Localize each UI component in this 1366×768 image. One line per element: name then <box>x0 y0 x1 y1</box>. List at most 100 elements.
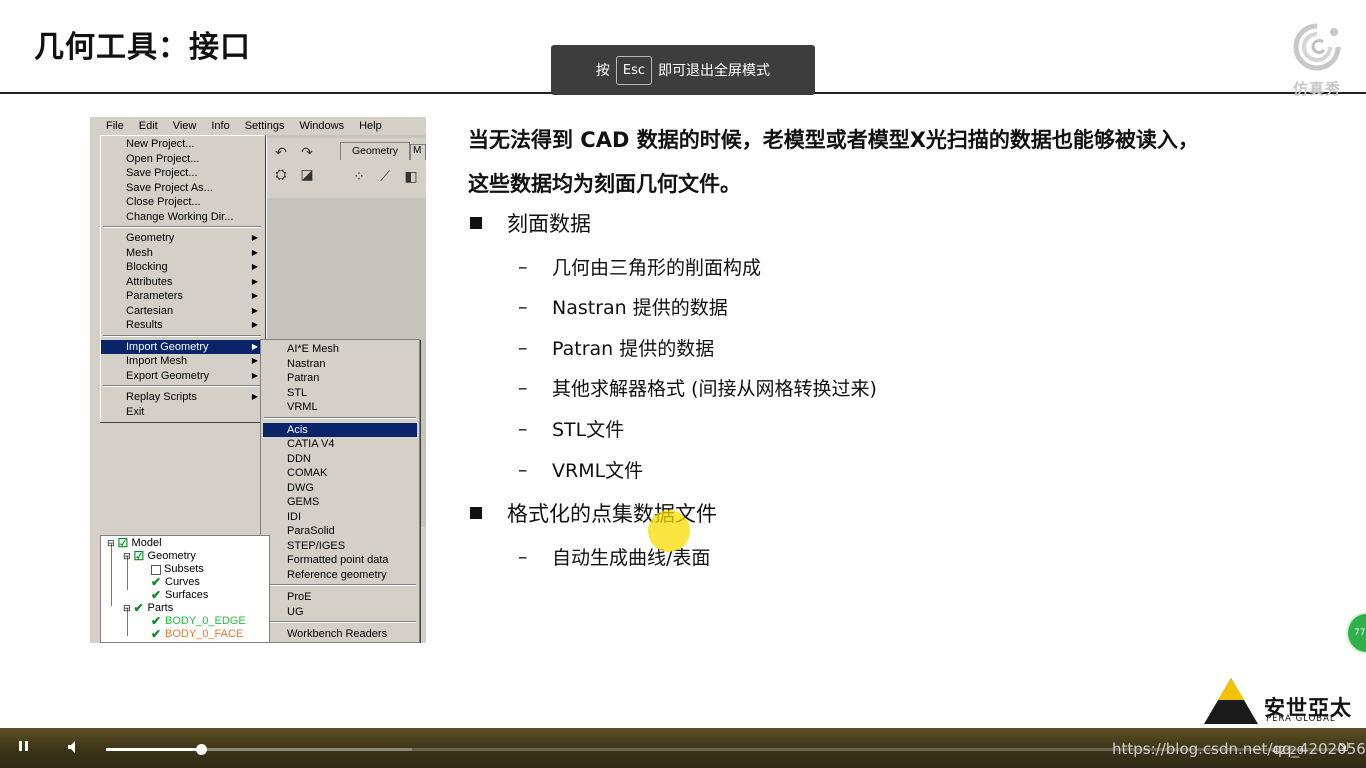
submenu-arrow-icon: ▶ <box>251 247 258 257</box>
menu-info[interactable]: Info <box>211 120 229 132</box>
menu-item-label: Attributes <box>126 275 173 288</box>
menu-settings[interactable]: Settings <box>245 120 285 132</box>
menu-item-change-working-dir[interactable]: Change Working Dir... <box>101 210 264 225</box>
solid-tool-icon[interactable]: ◪ <box>296 165 318 183</box>
menu-item-new-project[interactable]: New Project... <box>101 137 264 152</box>
tree-part-edge[interactable]: ✔ BODY_0_EDGE <box>151 615 246 628</box>
pause-button[interactable] <box>16 738 32 756</box>
menu-item-label: Close Project... <box>126 196 201 208</box>
tree-geometry[interactable]: ⊟ ☑ Geometry <box>123 550 196 563</box>
menu-item-results[interactable]: Results ▶ <box>101 318 264 333</box>
tree-parts[interactable]: ⊟ ✔ Parts <box>123 602 173 615</box>
point-tool-icon[interactable]: ⁘ <box>348 167 370 185</box>
fullscreen-exit-icon[interactable]: ⇲ <box>1338 740 1348 754</box>
slide-title: 几何工具：接口 <box>34 30 251 65</box>
checkmark-icon[interactable]: ✔ <box>151 628 162 640</box>
checkmark-icon[interactable]: ✔ <box>134 602 145 614</box>
side-badge[interactable]: 77 <box>1346 612 1366 654</box>
checkbox-icon[interactable]: ☑ <box>118 537 129 549</box>
menu-help[interactable]: Help <box>359 120 382 132</box>
sub-bullet: – Nastran 提供的数据 <box>518 293 728 320</box>
checkbox-icon[interactable]: ☑ <box>134 550 145 562</box>
tab-mesh[interactable]: M <box>410 144 426 160</box>
import-item-comak[interactable]: COMAK <box>263 466 417 481</box>
tree-surfaces[interactable]: ✔ Surfaces <box>151 589 208 602</box>
submenu-arrow-icon: ▶ <box>251 305 258 315</box>
import-item-ai-e-mesh[interactable]: AI*E Mesh <box>263 342 417 357</box>
geometry-tool-icon[interactable]: ⛭ <box>270 165 292 183</box>
tab-geometry[interactable]: Geometry <box>340 142 410 160</box>
triangle-inner-icon <box>1218 678 1244 700</box>
import-item-parasolid[interactable]: ParaSolid <box>263 524 417 539</box>
dash-icon: – <box>518 295 528 318</box>
import-item-dwg[interactable]: DWG <box>263 481 417 496</box>
menu-file[interactable]: File <box>106 120 124 132</box>
menu-item-save-project[interactable]: Save Project... <box>101 166 264 181</box>
surface-tool-icon[interactable]: ◧ <box>400 167 422 185</box>
swirl-logo-icon <box>1293 23 1341 71</box>
menu-item-export-geometry[interactable]: Export Geometry ▶ <box>101 369 264 384</box>
file-menu: New Project... Open Project... Save Projec… <box>100 135 266 423</box>
menu-item-close-project[interactable]: Close Project... <box>101 195 264 210</box>
checkmark-icon[interactable]: ✔ <box>151 589 162 601</box>
menu-item-replay-scripts[interactable]: Replay Scripts ▶ <box>101 390 264 405</box>
import-item-step-iges[interactable]: STEP/IGES <box>263 539 417 554</box>
import-item-idi[interactable]: IDI <box>263 510 417 525</box>
menu-item-cartesian[interactable]: Cartesian ▶ <box>101 304 264 319</box>
cursor-highlight <box>648 510 690 552</box>
undo-icon[interactable]: ↶ <box>270 143 292 161</box>
import-item-nastran[interactable]: Nastran <box>263 357 417 372</box>
logo-text: 仿真秀 <box>1292 80 1341 98</box>
curve-tool-icon[interactable]: ⟋ <box>374 167 396 185</box>
menu-windows[interactable]: Windows <box>299 120 344 132</box>
menu-item-label: Parameters <box>126 290 183 302</box>
menu-item-import-mesh[interactable]: Import Mesh ▶ <box>101 354 264 369</box>
menu-item-open-project[interactable]: Open Project... <box>101 152 264 167</box>
import-item-catia-v4[interactable]: CATIA V4 <box>263 437 417 452</box>
icem-screenshot: File Edit View Info Settings Windows Help ↶ ↷ … <box>90 117 426 643</box>
menu-item-label: Export Geometry <box>126 369 210 382</box>
import-item-ug[interactable]: UG <box>263 605 417 620</box>
sub-bullet: – Patran 提供的数据 <box>518 334 714 361</box>
menu-edit[interactable]: Edit <box>139 120 158 132</box>
checkmark-icon[interactable]: ✔ <box>151 576 162 588</box>
progress-thumb[interactable] <box>196 744 208 755</box>
import-item-patran[interactable]: Patran <box>263 371 417 386</box>
import-item-ddn[interactable]: DDN <box>263 452 417 467</box>
bullet-label: 刻面数据 <box>507 212 591 236</box>
volume-icon[interactable] <box>66 740 80 754</box>
import-item-stl[interactable]: STL <box>263 386 417 401</box>
collapse-icon[interactable]: ⊟ <box>123 602 131 615</box>
import-item-vrml[interactable]: VRML <box>263 400 417 415</box>
menu-separator <box>103 226 261 228</box>
square-bullet-icon <box>470 217 482 229</box>
redo-icon[interactable]: ↷ <box>296 143 318 161</box>
menu-view[interactable]: View <box>173 120 197 132</box>
collapse-icon[interactable]: ⊟ <box>123 550 131 563</box>
tree-part-face[interactable]: ✔ BODY_0_FACE <box>151 628 243 641</box>
import-item-formatted-point-data[interactable]: Formatted point data <box>263 553 417 568</box>
menu-item-import-geometry[interactable]: Import Geometry ▶ <box>101 339 264 354</box>
menu-item-save-project-as[interactable]: Save Project As... <box>101 181 264 196</box>
import-item-acis[interactable]: Acis <box>263 422 417 437</box>
import-item-workbench-readers[interactable]: Workbench Readers <box>263 627 417 642</box>
intro-text: 当无法得到 CAD 数据的时候，老模型或者模型X光扫描的数据也能够被读入， 这些… <box>468 118 1288 206</box>
menu-item-blocking[interactable]: Blocking ▶ <box>101 260 264 275</box>
menu-item-attributes[interactable]: Attributes ▶ <box>101 275 264 290</box>
checkbox-empty-icon[interactable] <box>151 564 161 575</box>
menu-item-parameters[interactable]: Parameters ▶ <box>101 289 264 304</box>
import-item-gems[interactable]: GEMS <box>263 495 417 510</box>
import-item-proe[interactable]: ProE <box>263 590 417 605</box>
menu-separator <box>264 584 416 586</box>
menu-item-geometry[interactable]: Geometry ▶ <box>101 231 264 246</box>
checkmark-icon[interactable]: ✔ <box>151 615 162 627</box>
pause-icon <box>19 741 22 751</box>
model-tree: ⊟ ☑ Model ⊟ ☑ Geometry Subsets ✔ Curves … <box>100 535 270 643</box>
menu-item-exit[interactable]: Exit <box>101 405 264 420</box>
played-bar <box>106 748 202 751</box>
import-item-reference-geometry[interactable]: Reference geometry <box>263 568 417 583</box>
pause-icon <box>25 741 28 751</box>
logo-en-text: PERA GLOBAL <box>1266 714 1336 724</box>
menu-item-mesh[interactable]: Mesh ▶ <box>101 246 264 261</box>
collapse-icon[interactable]: ⊟ <box>107 537 115 550</box>
